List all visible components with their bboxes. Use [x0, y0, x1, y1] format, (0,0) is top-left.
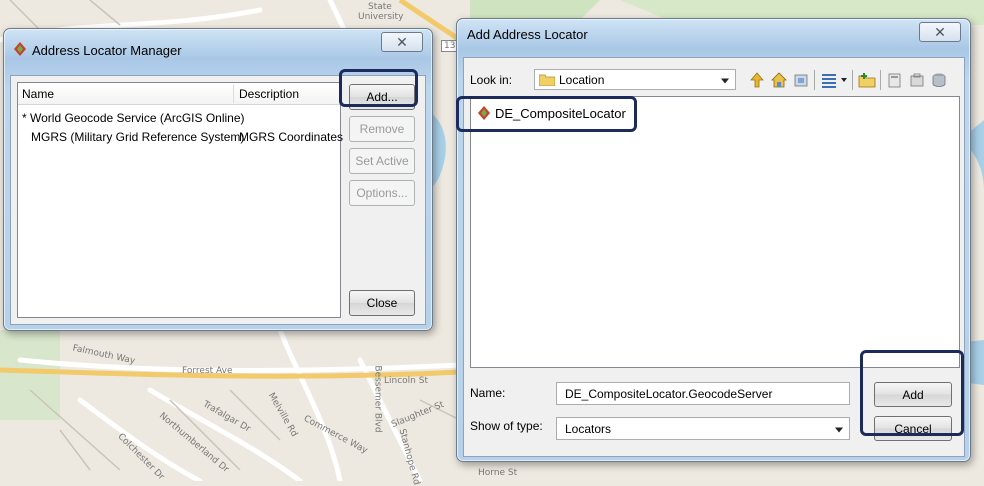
look-in-label: Look in:: [470, 73, 513, 87]
locator-icon: [12, 41, 28, 60]
address-locator-manager-window: Address Locator Manager ✕ Name Descripti…: [3, 28, 433, 331]
map-label: Bessemer Blvd: [372, 365, 383, 433]
up-one-level-icon[interactable]: [748, 71, 766, 92]
locator-name: MGRS (Military Grid Reference System): [31, 130, 245, 144]
locator-description: MGRS Coordinates: [239, 130, 344, 144]
show-of-type-combo[interactable]: Locators: [556, 417, 850, 440]
name-label: Name:: [470, 386, 506, 400]
set-active-button[interactable]: Set Active: [349, 148, 415, 174]
add-button[interactable]: Add: [874, 382, 952, 407]
map-label: University: [358, 12, 404, 22]
map-label: Forrest Ave: [182, 366, 233, 376]
chevron-down-icon: [835, 427, 843, 432]
map-label: State: [368, 2, 392, 12]
look-in-value: Location: [559, 72, 605, 87]
look-in-combo[interactable]: Location: [534, 69, 736, 90]
cancel-button[interactable]: Cancel: [874, 416, 952, 441]
new-folder-icon[interactable]: [858, 71, 876, 92]
chevron-down-icon: [721, 78, 729, 83]
list-item[interactable]: DE_CompositeLocator: [476, 103, 626, 123]
manager-client-area: Name Description * World Geocode Service…: [10, 75, 426, 325]
options-button[interactable]: Options...: [349, 180, 415, 206]
column-header-name[interactable]: Name: [22, 87, 54, 101]
separator: [880, 70, 881, 90]
close-icon[interactable]: ✕: [919, 22, 961, 42]
column-divider: [233, 85, 234, 103]
add-address-locator-dialog: Add Address Locator ✕ Look in: Location: [456, 18, 971, 462]
view-list-icon[interactable]: [820, 71, 838, 92]
list-item[interactable]: * World Geocode Service (ArcGIS Online): [18, 109, 340, 127]
list-header: Name Description: [18, 83, 340, 105]
folder-icon: [538, 74, 556, 86]
column-header-description[interactable]: Description: [239, 87, 299, 101]
locator-list[interactable]: Name Description * World Geocode Service…: [17, 82, 344, 318]
close-icon[interactable]: ✕: [381, 32, 423, 52]
show-of-type-value: Locators: [565, 421, 612, 436]
item-label: DE_CompositeLocator: [495, 105, 626, 121]
list-item[interactable]: MGRS (Military Grid Reference System) MG…: [18, 128, 344, 146]
locator-icon: [476, 105, 492, 121]
window-title: Address Locator Manager: [32, 43, 182, 58]
toolbar: [748, 70, 966, 90]
close-button[interactable]: Close: [349, 290, 415, 316]
toolbox-icon[interactable]: [908, 71, 926, 92]
connect-folder-icon[interactable]: [792, 71, 810, 92]
dialog-client-area: Look in: Location DE_CompositeLocator Na…: [463, 57, 965, 457]
locator-name: * World Geocode Service (ArcGIS Online): [22, 111, 245, 125]
file-list[interactable]: DE_CompositeLocator: [470, 96, 960, 368]
show-of-type-label: Show of type:: [470, 419, 543, 433]
map-label: Lincoln St: [384, 376, 428, 386]
home-icon[interactable]: [770, 71, 788, 92]
database-icon[interactable]: [930, 71, 948, 92]
separator: [814, 70, 815, 90]
add-button[interactable]: Add...: [349, 84, 415, 110]
separator: [852, 70, 853, 90]
map-label: Horne St: [478, 468, 518, 478]
dialog-title: Add Address Locator: [467, 27, 588, 42]
chevron-down-icon[interactable]: [841, 78, 847, 82]
catalog-icon[interactable]: [886, 71, 904, 92]
remove-button[interactable]: Remove: [349, 116, 415, 142]
name-field[interactable]: DE_CompositeLocator.GeocodeServer: [556, 382, 850, 405]
